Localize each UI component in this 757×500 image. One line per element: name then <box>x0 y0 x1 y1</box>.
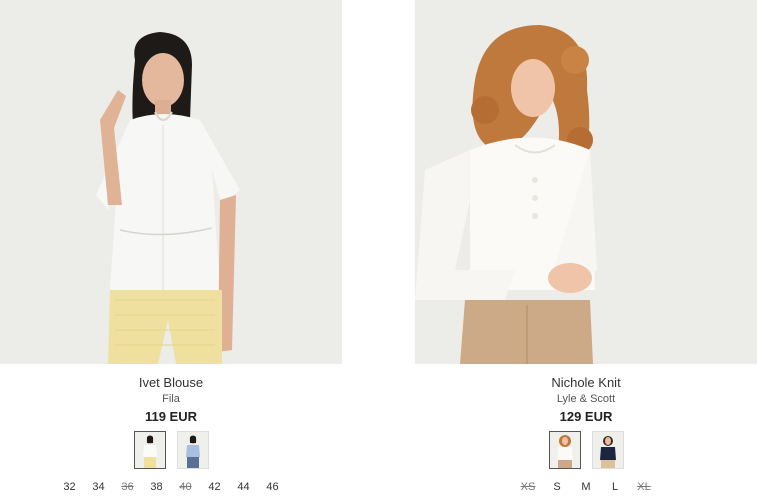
size-option[interactable]: 46 <box>258 481 287 493</box>
size-option-unavailable: 36 <box>121 481 134 493</box>
size-list: 32 34 36 38 40 42 44 46 <box>0 481 342 493</box>
size-option[interactable]: 38 <box>142 481 171 493</box>
size-option-unavailable: 40 <box>179 481 192 493</box>
product-price: 119 EUR <box>144 409 198 424</box>
product-card-ivet-blouse[interactable]: Ivet Blouse Fila 119 EUR 32 34 36 38 40 … <box>0 0 342 493</box>
color-swatch-navy[interactable] <box>591 431 624 469</box>
size-option[interactable]: 34 <box>84 481 113 493</box>
size-option-unavailable: XS <box>520 481 536 493</box>
color-swatch-cream[interactable] <box>548 431 581 469</box>
product-image[interactable] <box>415 0 757 364</box>
product-image[interactable] <box>0 0 342 364</box>
color-swatch-white[interactable] <box>133 431 166 469</box>
size-option[interactable]: S <box>543 481 572 493</box>
product-card-nichole-knit[interactable]: Nichole Knit Lyle & Scott 129 EUR XS S M… <box>415 0 757 493</box>
product-name[interactable]: Nichole Knit <box>415 375 757 390</box>
color-swatches <box>0 431 342 469</box>
product-name[interactable]: Ivet Blouse <box>0 375 342 390</box>
size-option[interactable]: 32 <box>55 481 84 493</box>
size-option[interactable]: 44 <box>229 481 258 493</box>
size-list: XS S M L XL <box>415 481 757 493</box>
size-option[interactable]: L <box>601 481 630 493</box>
product-brand: Fila <box>162 393 180 405</box>
product-price: 129 EUR <box>559 409 613 424</box>
color-swatches <box>415 431 757 469</box>
product-brand: Lyle & Scott <box>556 393 616 405</box>
size-option[interactable]: 42 <box>200 481 229 493</box>
color-swatch-light-blue[interactable] <box>176 431 209 469</box>
size-option-unavailable: XL <box>637 481 651 493</box>
size-option[interactable]: M <box>572 481 601 493</box>
